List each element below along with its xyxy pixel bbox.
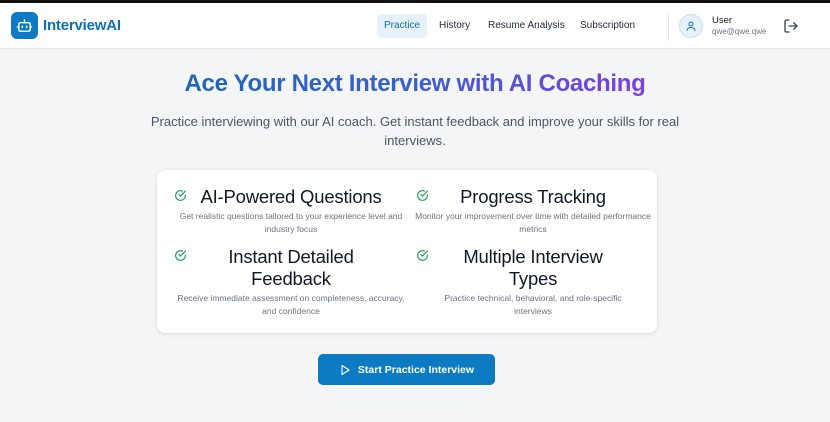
page-title: Ace Your Next Interview with AI Coaching: [0, 70, 830, 98]
robot-icon: [16, 19, 33, 32]
nav-resume-analysis[interactable]: Resume Analysis: [481, 14, 572, 38]
feature-title: AI-Powered Questions: [200, 186, 382, 207]
feature-description: Get realistic questions tailored to your…: [179, 211, 403, 234]
check-circle-icon: [417, 250, 428, 261]
brand-name[interactable]: InterviewAI: [43, 17, 121, 34]
feature-title: Progress Tracking: [460, 186, 606, 207]
check-circle-icon: [175, 250, 186, 261]
nav-history[interactable]: History: [432, 14, 477, 38]
navbar: InterviewAI Practice History Resume Anal…: [0, 3, 830, 49]
user-name: User: [712, 15, 733, 26]
feature-title: Instant Detailed Feedback: [228, 246, 354, 289]
page-title-text: Ace Your Next Interview with AI Coaching: [184, 70, 646, 97]
feature-description: Practice technical, behavioral, and role…: [444, 293, 622, 316]
start-practice-interview-label: Start Practice Interview: [357, 363, 475, 376]
feature-instant-detailed-feedback: Instant Detailed Feedback Receive immedi…: [171, 246, 411, 318]
feature-description: Receive immediate assessment on complete…: [177, 293, 405, 316]
start-practice-interview-button[interactable]: Start Practice Interview: [318, 354, 495, 385]
brand-logo[interactable]: [11, 12, 38, 39]
feature-description: Monitor your improvement over time with …: [415, 211, 651, 234]
play-icon: [341, 364, 350, 375]
nav-subscription[interactable]: Subscription: [573, 14, 642, 38]
feature-progress-tracking: Progress Tracking Monitor your improveme…: [413, 186, 653, 236]
nav-divider: [668, 13, 669, 41]
features-card: AI-Powered Questions Get realistic quest…: [157, 170, 657, 333]
user-email: qwe@qwe.qwe: [712, 27, 767, 36]
page-subtitle: Practice interviewing with our AI coach.…: [150, 114, 680, 148]
avatar[interactable]: [679, 14, 703, 38]
user-icon: [686, 21, 696, 31]
nav-practice[interactable]: Practice: [377, 14, 428, 38]
check-circle-icon: [417, 190, 428, 201]
logout-icon[interactable]: [783, 18, 799, 34]
feature-multiple-interview-types: Multiple Interview Types Practice techni…: [413, 246, 653, 318]
feature-title: Multiple Interview Types: [463, 246, 603, 289]
feature-ai-powered-questions: AI-Powered Questions Get realistic quest…: [171, 186, 411, 236]
check-circle-icon: [175, 190, 186, 201]
